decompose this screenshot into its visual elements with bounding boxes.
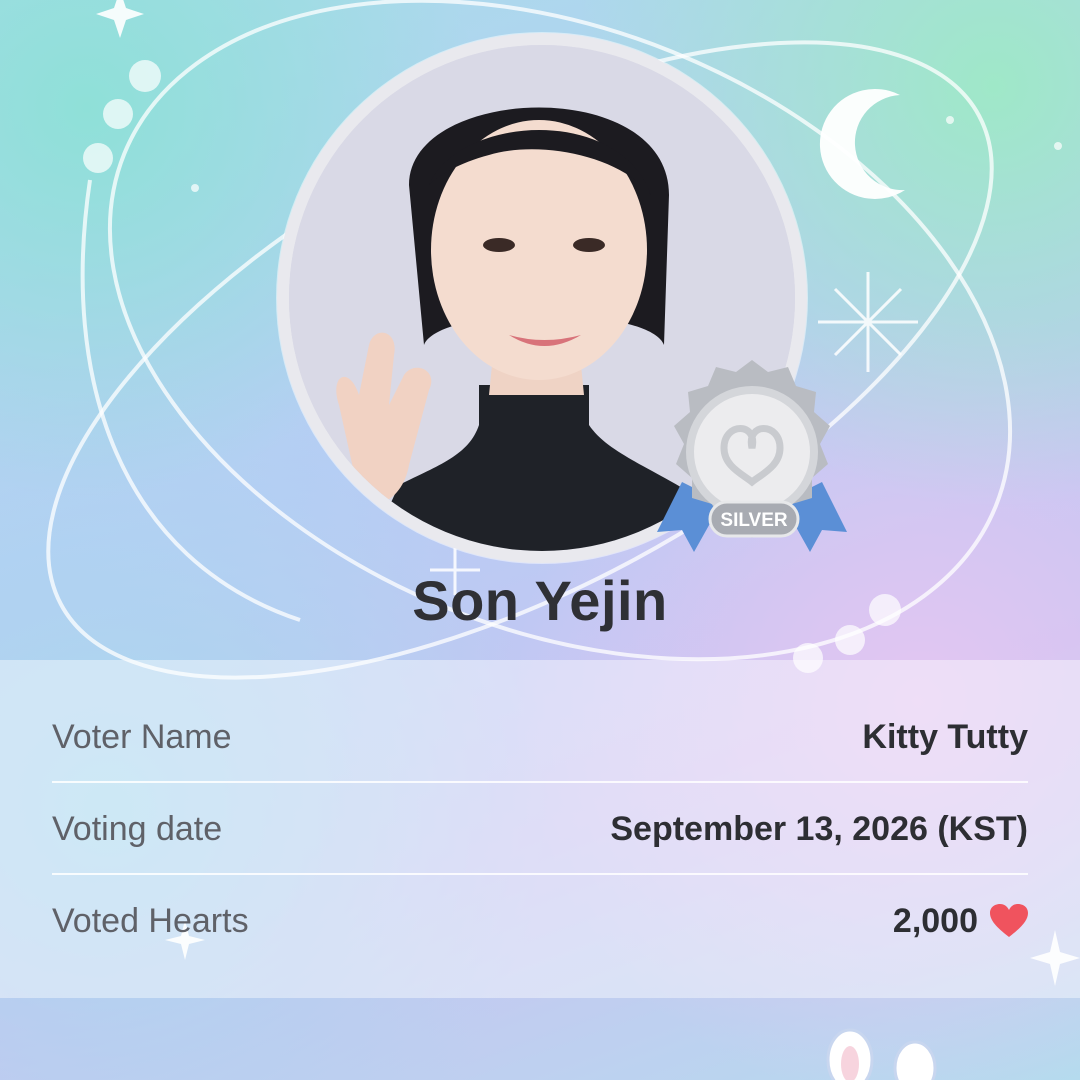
tier-label: SILVER bbox=[720, 510, 787, 531]
heart-shape bbox=[990, 904, 1028, 937]
sparkle-icon bbox=[96, 0, 144, 38]
silver-rank-badge: SILVER bbox=[657, 360, 847, 552]
decor-dot bbox=[103, 99, 133, 129]
decor-dot bbox=[129, 60, 161, 92]
eye bbox=[483, 238, 515, 252]
voter-name-label: Voter Name bbox=[52, 717, 232, 756]
vote-info-panel: Voter Name Kitty Tutty Voting date Septe… bbox=[0, 660, 1080, 998]
artist-name: Son Yejin bbox=[412, 569, 668, 632]
decor-dot bbox=[1054, 142, 1062, 150]
voting-date-row: Voting date September 13, 2026 (KST) bbox=[52, 783, 1028, 875]
voter-name-value: Kitty Tutty bbox=[862, 717, 1028, 756]
voted-hearts-value-group: 2,000 bbox=[893, 902, 1028, 941]
eye bbox=[573, 238, 605, 252]
voting-date-value: September 13, 2026 (KST) bbox=[610, 809, 1028, 848]
moon-icon bbox=[819, 88, 905, 199]
voted-hearts-row: Voted Hearts 2,000 bbox=[52, 875, 1028, 967]
badge-inner bbox=[694, 394, 810, 510]
heart-icon bbox=[990, 904, 1028, 937]
voted-hearts-label: Voted Hearts bbox=[52, 901, 249, 940]
voted-hearts-value: 2,000 bbox=[892, 901, 978, 940]
voting-date-label: Voting date bbox=[52, 809, 223, 848]
decor-dot bbox=[191, 184, 199, 192]
decor-dot bbox=[946, 116, 954, 124]
bunny-mascot-icon bbox=[826, 1028, 937, 1080]
orbit-ring bbox=[80, 179, 301, 622]
voter-name-row: Voter Name Kitty Tutty bbox=[52, 691, 1028, 783]
bunny-ear bbox=[893, 1040, 937, 1080]
decor-dot bbox=[83, 143, 113, 173]
